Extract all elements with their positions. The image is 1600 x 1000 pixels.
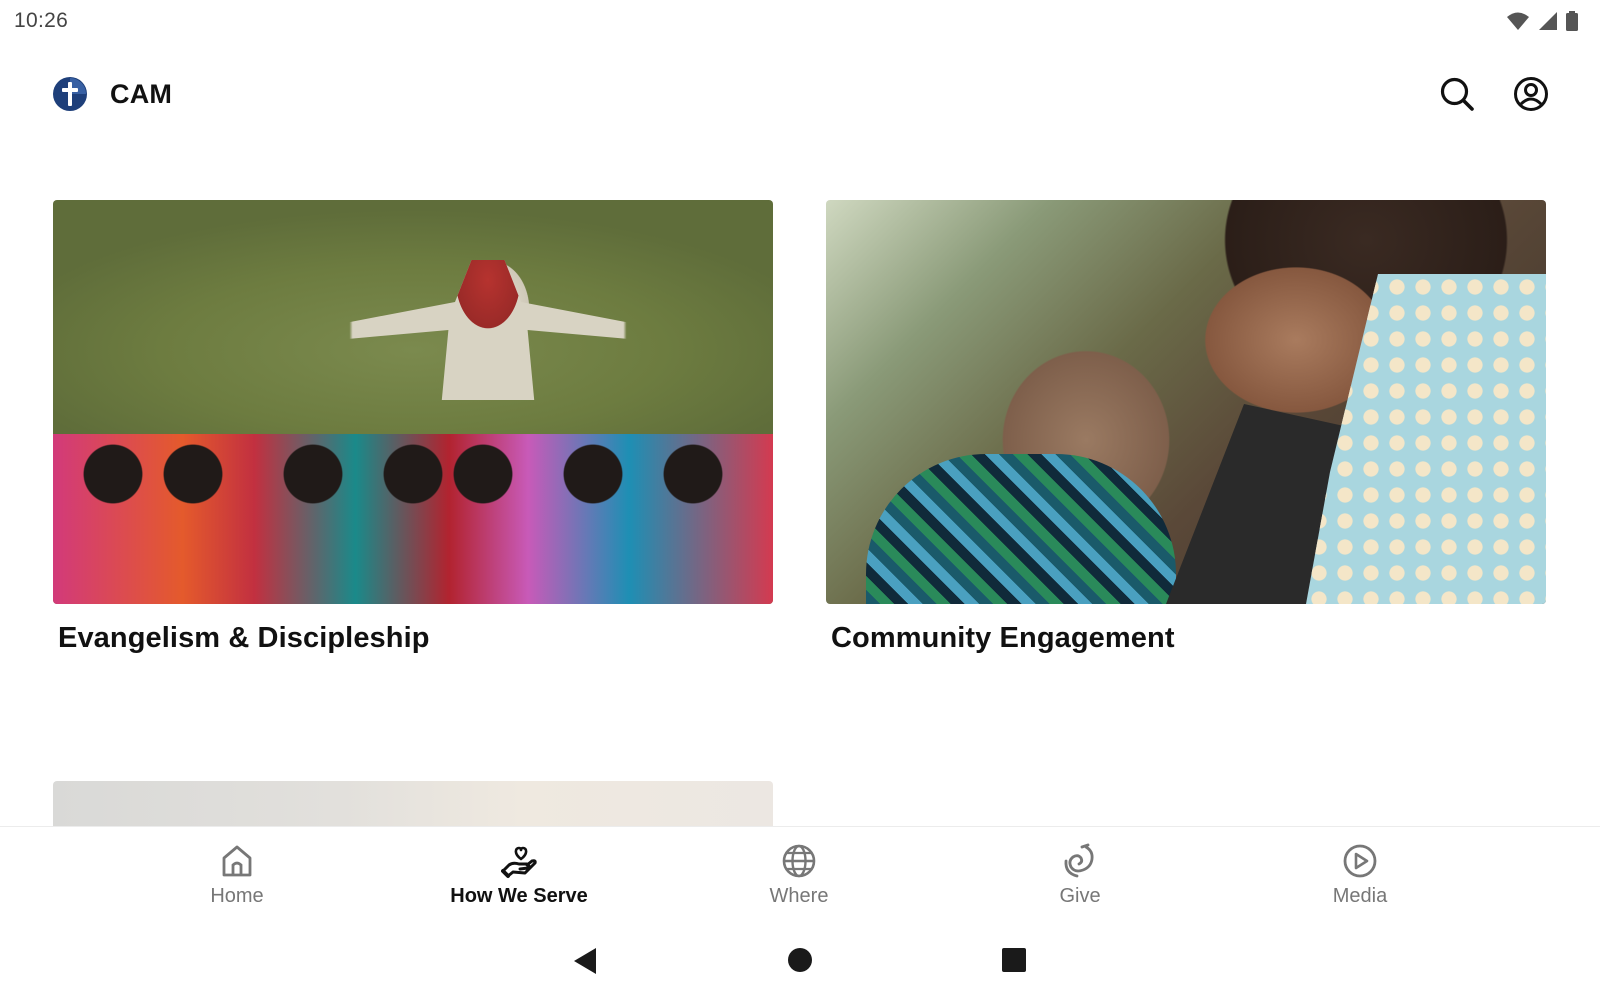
nav-label-home: Home [210, 885, 264, 907]
back-icon[interactable] [572, 946, 598, 981]
app-bar: CAM [0, 60, 1600, 128]
preacher-figure [323, 260, 653, 400]
nav-label-how-we-serve: How We Serve [450, 885, 588, 907]
status-icons [1506, 11, 1578, 31]
cell-signal-icon [1538, 11, 1558, 31]
service-card-community[interactable]: Community Engagement [826, 200, 1546, 655]
nav-label-media: Media [1332, 885, 1388, 907]
status-bar: 10:26 [0, 0, 1600, 42]
bottom-nav: Home How We Serve Where Give Media [0, 826, 1600, 928]
home-circle-icon[interactable] [786, 946, 814, 979]
service-card-partial[interactable] [53, 781, 773, 828]
praying-children [53, 434, 773, 604]
nav-item-how-we-serve[interactable]: How We Serve [429, 843, 609, 908]
cross-logo-icon [52, 76, 88, 112]
service-card-evangelism[interactable]: Evangelism & Discipleship [53, 200, 773, 655]
nav-item-give[interactable]: Give [990, 843, 1170, 908]
community-photo [826, 200, 1546, 604]
account-icon[interactable] [1512, 75, 1550, 113]
polka-dot-top [1306, 274, 1546, 604]
wifi-icon [1506, 11, 1530, 31]
patterned-shirt [866, 454, 1176, 604]
nav-label-give: Give [1059, 885, 1101, 907]
home-icon [220, 843, 254, 879]
app-title: CAM [110, 78, 173, 109]
hand-heart-icon [501, 843, 537, 879]
brand[interactable]: CAM [52, 76, 172, 112]
app-actions [1438, 75, 1550, 113]
play-circle-icon [1342, 843, 1378, 879]
search-icon[interactable] [1438, 75, 1476, 113]
partial-photo [53, 781, 773, 828]
system-nav-bar [0, 928, 1600, 1000]
globe-icon [781, 843, 817, 879]
status-time: 10:26 [14, 9, 69, 32]
app-screen: 10:26 CAM Evangelism & Discipleship Comm… [0, 0, 1600, 1000]
nav-item-media[interactable]: Media [1270, 843, 1450, 908]
evangelism-photo [53, 200, 773, 604]
nav-item-home[interactable]: Home [147, 843, 327, 908]
card-title: Evangelism & Discipleship [58, 622, 430, 654]
service-grid: Evangelism & Discipleship Community Enga… [0, 128, 1600, 828]
recents-icon[interactable] [1000, 946, 1028, 979]
nav-item-where[interactable]: Where [709, 843, 889, 908]
battery-icon [1566, 11, 1578, 31]
card-title: Community Engagement [831, 622, 1175, 654]
nav-label-where: Where [769, 885, 829, 907]
give-icon [1062, 843, 1098, 879]
